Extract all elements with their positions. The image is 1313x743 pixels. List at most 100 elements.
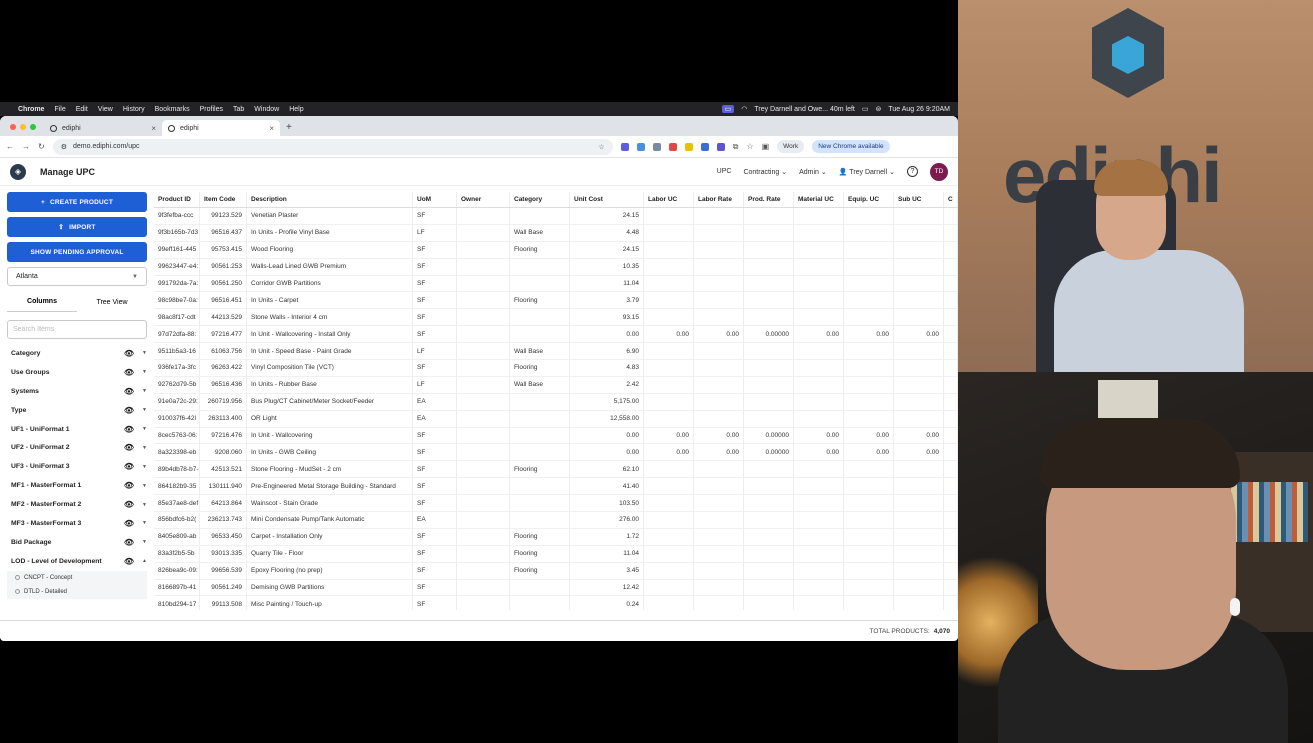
column-header[interactable]: Category	[510, 192, 570, 207]
filter-use-groups[interactable]: Use Groups 👁 ▼	[7, 363, 147, 382]
browser-tab-1[interactable]: ediphi ×	[44, 120, 162, 136]
close-tab-icon[interactable]: ×	[151, 124, 156, 133]
zoom-window-button[interactable]	[30, 124, 36, 130]
column-header[interactable]: Material UC	[794, 192, 844, 207]
eye-off-icon[interactable]: 👁	[124, 443, 134, 452]
menu-window[interactable]: Window	[254, 106, 279, 113]
column-header[interactable]: UoM	[413, 192, 457, 207]
profile-button[interactable]: Work	[777, 140, 805, 153]
filter-mf1[interactable]: MF1 - MasterFormat 1 👁 ▼	[7, 476, 147, 495]
eye-icon[interactable]: 👁	[124, 368, 134, 377]
eye-off-icon[interactable]: 👁	[124, 481, 134, 490]
radio-icon[interactable]	[15, 589, 20, 595]
table-row[interactable]: 856bdfc6-b2(236213.743 Mini Condensate Pu…	[154, 512, 958, 529]
menu-help[interactable]: Help	[289, 106, 303, 113]
filter-uf2[interactable]: UF2 - UniFormat 2 👁 ▼	[7, 438, 147, 457]
filter-bid-package[interactable]: Bid Package 👁 ▼	[7, 533, 147, 552]
table-row[interactable]: 9f3b165b-7d3 96516.437 In Units - Profile …	[154, 224, 958, 242]
nav-user[interactable]: 👤 Trey Darnell ⌄	[839, 168, 895, 176]
caret-down-icon[interactable]: ▼	[142, 520, 147, 526]
bookmark-star-icon[interactable]: ☆	[598, 143, 604, 151]
caret-down-icon[interactable]: ▼	[142, 539, 147, 545]
table-row[interactable]: 97d72dfa-88: 97216.477 In Unit - Wallcover…	[154, 326, 958, 344]
search-input[interactable]: Search Items	[7, 320, 147, 339]
tab-columns[interactable]: Columns	[7, 292, 77, 312]
eye-icon[interactable]: 👁	[124, 387, 134, 396]
eye-icon[interactable]: 👁	[124, 557, 134, 566]
menu-history[interactable]: History	[123, 106, 145, 113]
screen-record-icon[interactable]: ▭	[721, 105, 735, 113]
reading-list-icon[interactable]: ☆	[746, 142, 753, 151]
table-row[interactable]: 9511b5a3-16 61063.756 In Unit - Speed Base…	[154, 343, 958, 361]
table-row[interactable]: 83a3f2b5-5b 93013.335 Quarry Tile - Floor S…	[154, 545, 958, 563]
browser-tab-2[interactable]: ediphi ×	[162, 120, 280, 136]
filter-uf3[interactable]: UF3 - UniFormat 3 👁 ▼	[7, 457, 147, 476]
close-tab-icon[interactable]: ×	[269, 124, 274, 133]
back-icon[interactable]: ←	[6, 142, 14, 151]
nav-upc[interactable]: UPC	[717, 168, 732, 175]
table-row[interactable]: 98ac8f17-cdt 44213.529 Stone Walls - Inter…	[154, 309, 958, 327]
filter-mf2[interactable]: MF2 - MasterFormat 2 👁 ▼	[7, 495, 147, 514]
column-header[interactable]: Equip. UC	[844, 192, 894, 207]
table-row[interactable]: 89b4db78-b7- 42513.521 Stone Flooring - Mu…	[154, 461, 958, 479]
battery-icon[interactable]: ▭	[862, 105, 869, 113]
extensions-puzzle-icon[interactable]: ⧉	[733, 142, 739, 152]
forward-icon[interactable]: →	[22, 142, 30, 151]
caret-down-icon[interactable]: ▼	[142, 388, 147, 394]
help-icon[interactable]: ?	[907, 166, 918, 177]
close-window-button[interactable]	[10, 124, 16, 130]
table-row[interactable]: 8a323398-eb 9208.060 In Units - GWB Ceilin…	[154, 444, 958, 462]
extension-icon[interactable]	[668, 142, 677, 151]
menu-app-name[interactable]: Chrome	[18, 106, 44, 113]
table-row[interactable]: 98c98be7-0a: 96516.451 In Units - Carpet SF…	[154, 292, 958, 310]
wifi-icon[interactable]: ◠	[741, 105, 747, 113]
menu-edit[interactable]: Edit	[76, 106, 88, 113]
cast-icon[interactable]: ▣	[762, 142, 770, 151]
caret-up-icon[interactable]: ▲	[142, 558, 147, 564]
import-button[interactable]: ⇪ IMPORT	[7, 217, 147, 237]
eye-icon[interactable]: 👁	[124, 406, 134, 415]
clock[interactable]: Tue Aug 26 9:20AM	[888, 106, 950, 113]
menu-tab[interactable]: Tab	[233, 106, 244, 113]
filter-lod[interactable]: LOD - Level of Development 👁 ▲	[7, 552, 147, 571]
ediphi-logo-icon[interactable]: ◈	[10, 163, 26, 180]
filter-type[interactable]: Type 👁 ▼	[7, 401, 147, 420]
eye-off-icon[interactable]: 👁	[124, 425, 134, 434]
filter-uf1[interactable]: UF1 - UniFormat 1 👁 ▼	[7, 420, 147, 439]
table-row[interactable]: 92762d79-5b 96516.436 In Units - Rubber Ba…	[154, 376, 958, 394]
lod-option-concept[interactable]: CNCPT - Concept	[7, 570, 147, 585]
filter-mf3[interactable]: MF3 - MasterFormat 3 👁 ▼	[7, 514, 147, 533]
table-row[interactable]: 936fe17a-3fc 96263.422 Vinyl Composition T…	[154, 360, 958, 377]
filter-systems[interactable]: Systems 👁 ▼	[7, 382, 147, 401]
eye-off-icon[interactable]: 👁	[124, 462, 134, 471]
table-row[interactable]: 8405e809-ab 96533.450 Carpet - Installatio…	[154, 528, 958, 546]
filter-category[interactable]: Category 👁 ▼	[7, 344, 147, 363]
new-tab-icon[interactable]: +	[286, 122, 292, 133]
table-row[interactable]: 910037f6-42l 263113.400 OR Light EA 12,558.0…	[154, 410, 958, 428]
update-chrome-button[interactable]: New Chrome available	[812, 140, 890, 153]
column-header[interactable]: Unit Cost	[570, 192, 644, 207]
avatar[interactable]: TD	[930, 162, 948, 181]
meeting-status[interactable]: Trey Darnell and Owe... 40m left	[754, 106, 855, 113]
menu-file[interactable]: File	[54, 106, 65, 113]
column-header[interactable]: Owner	[457, 192, 510, 207]
extension-icon[interactable]	[684, 142, 693, 151]
caret-down-icon[interactable]: ▼	[142, 426, 147, 432]
create-product-button[interactable]: + CREATE PRODUCT	[7, 192, 147, 212]
caret-down-icon[interactable]: ▼	[142, 502, 147, 508]
site-info-icon[interactable]: ⚙	[61, 143, 67, 151]
extension-icon[interactable]	[700, 142, 709, 151]
caret-down-icon[interactable]: ▼	[142, 350, 147, 356]
table-row[interactable]: 864182b9-35 130111.940 Pre-Engineered Meta…	[154, 478, 958, 496]
table-row[interactable]: 826bea9c-09: 99656.539 Epoxy Flooring (no …	[154, 562, 958, 580]
table-row[interactable]: 9f3fefba-ccc 99123.529 Venetian Plaster SF 2…	[154, 208, 958, 225]
reload-icon[interactable]: ↻	[38, 142, 45, 151]
radio-icon[interactable]	[15, 575, 20, 581]
table-row[interactable]: 8cec5763-06: 97216.476 In Unit - Wallcover…	[154, 427, 958, 445]
extension-icon[interactable]	[636, 142, 645, 151]
column-header[interactable]: Sub UC	[894, 192, 944, 207]
extension-icon[interactable]	[620, 142, 629, 151]
table-row[interactable]: 99623447-e4: 90561.253 Walls-Lead Lined GW…	[154, 258, 958, 276]
nav-contracting[interactable]: Contracting ⌄	[743, 168, 787, 176]
table-row[interactable]: 810bd294-17 99113.508 Misc Painting / Touc…	[154, 596, 958, 610]
